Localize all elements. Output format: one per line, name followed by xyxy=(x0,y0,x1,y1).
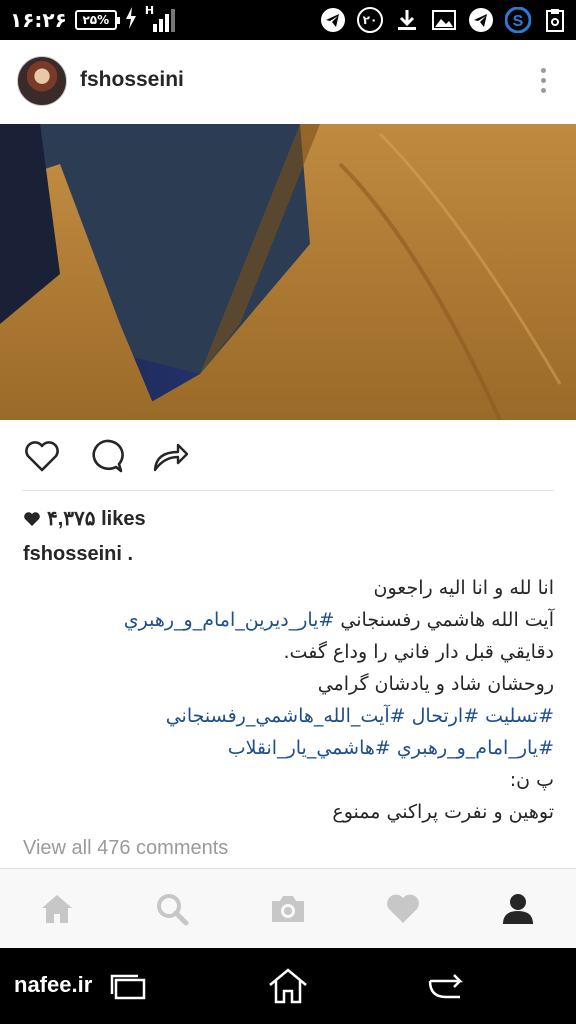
telegram-icon xyxy=(320,7,346,33)
avatar[interactable] xyxy=(17,56,67,106)
android-nav-bar: nafee.ir xyxy=(0,948,576,1024)
home-icon[interactable] xyxy=(37,889,77,929)
telegram-icon xyxy=(468,7,494,33)
signal-icon: H xyxy=(145,4,175,32)
profile-icon[interactable] xyxy=(498,889,538,929)
caption-line: دقايقي قبل دار فاني را وداع گفت. xyxy=(283,641,554,663)
hashtag-link[interactable]: #يار_امام_و_رهبري #هاشمي_يار_انقلاب xyxy=(24,732,554,764)
clipboard-icon xyxy=(542,7,568,33)
caption-line: آيت الله هاشمي رفسنجاني #يار_ديرين_امام_… xyxy=(123,609,554,631)
skype-icon: S xyxy=(505,7,531,33)
gallery-icon xyxy=(431,7,457,33)
back-nav-icon[interactable] xyxy=(424,966,468,1006)
network-type-label: H xyxy=(144,4,155,17)
likes-heart-icon xyxy=(24,511,40,526)
battery-indicator: ۲۵% xyxy=(74,10,120,30)
like-heart-icon[interactable] xyxy=(22,436,62,476)
more-options-icon[interactable] xyxy=(538,68,548,96)
status-bar: ۱۶:۲۶ ۲۵% H ۲۰ S xyxy=(0,0,576,40)
caption-line: روحشان شاد و يادشان گرامي xyxy=(317,673,554,695)
hashtag-link[interactable]: #تسليت #ارتحال #آيت_الله_هاشمي_رفسنجاني xyxy=(24,700,554,732)
caption-line: توهين و نفرت پراكني ممنوع xyxy=(332,801,554,823)
watermark-text: nafee.ir xyxy=(14,972,93,997)
caption-text: انا لله و انا اليه راجعون آيت الله هاشمي… xyxy=(24,572,554,828)
notification-20-icon: ۲۰ xyxy=(357,7,383,33)
post-image[interactable] xyxy=(0,124,576,420)
caption-username[interactable]: fshosseini . xyxy=(23,543,133,566)
activity-heart-icon[interactable] xyxy=(383,889,423,929)
share-arrow-icon[interactable] xyxy=(150,436,190,476)
likes-row[interactable]: ۴,۳۷۵ likes xyxy=(23,506,146,531)
caption-line: پ ن: xyxy=(509,769,554,791)
camera-icon[interactable] xyxy=(268,889,308,929)
view-comments-link[interactable]: View all 476 comments xyxy=(23,837,228,860)
comment-bubble-icon[interactable] xyxy=(86,436,126,476)
recent-apps-icon[interactable] xyxy=(106,966,150,1006)
download-icon xyxy=(394,7,420,33)
search-icon[interactable] xyxy=(152,889,192,929)
charging-icon xyxy=(125,7,137,33)
likes-count: ۴,۳۷۵ likes xyxy=(47,508,146,530)
status-right: ۲۰ S xyxy=(320,6,568,34)
svg-text:S: S xyxy=(513,13,524,30)
post-username[interactable]: fshosseini xyxy=(80,68,184,92)
status-time: ۱۶:۲۶ xyxy=(10,8,67,32)
action-divider xyxy=(22,490,554,491)
bottom-tab-bar xyxy=(0,868,576,948)
hashtag-link[interactable]: #يار_ديرين_امام_و_رهبري xyxy=(124,609,335,631)
home-nav-icon[interactable] xyxy=(266,966,310,1006)
post-header: fshosseini xyxy=(0,40,576,124)
post-action-bar xyxy=(0,420,576,490)
status-left: ۱۶:۲۶ ۲۵% H xyxy=(10,4,175,34)
caption-line: انا لله و انا اليه راجعون xyxy=(373,577,554,599)
